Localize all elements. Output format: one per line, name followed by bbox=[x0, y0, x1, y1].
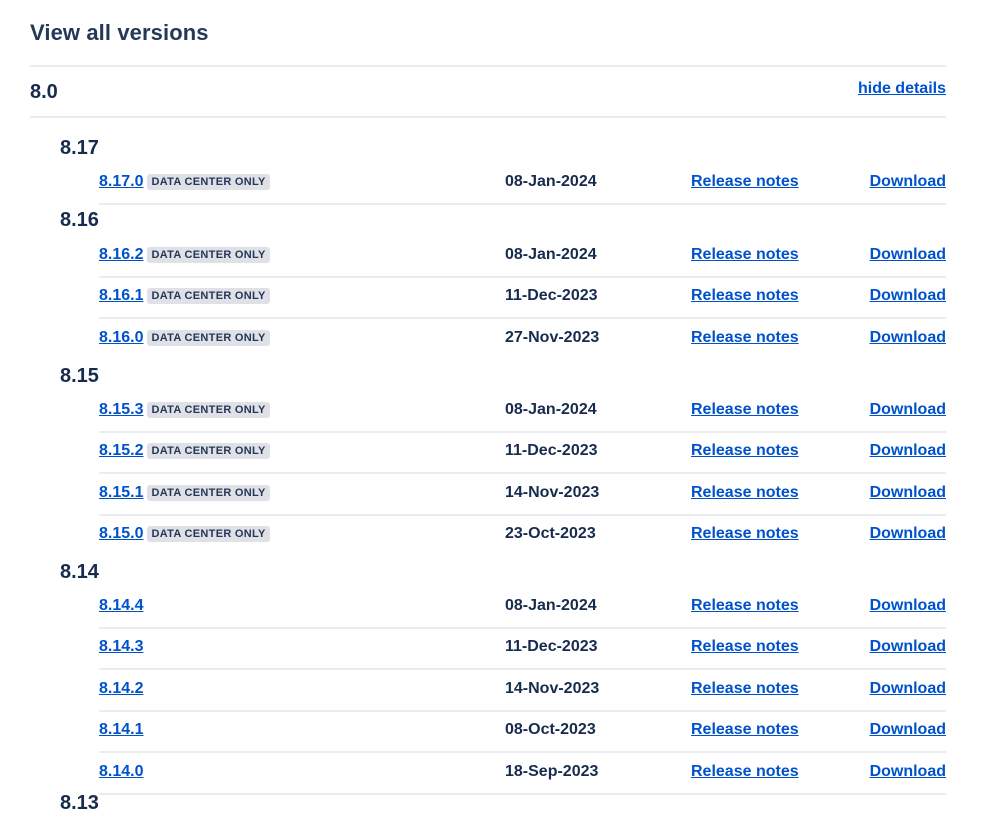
version-cell: 8.16.1 DATA CENTER ONLY bbox=[99, 287, 270, 305]
version-cell: 8.14.4 bbox=[99, 597, 143, 615]
release-notes-link[interactable]: Release notes bbox=[691, 246, 799, 264]
version-link[interactable]: 8.14.4 bbox=[99, 597, 143, 615]
version-cell: 8.15.1 DATA CENTER ONLY bbox=[99, 484, 270, 502]
release-notes-link[interactable]: Release notes bbox=[691, 680, 799, 698]
version-cell: 8.15.0 DATA CENTER ONLY bbox=[99, 525, 270, 543]
download-link[interactable]: Download bbox=[870, 638, 946, 656]
version-row: 8.14.1 08-Oct-2023 Release notes Download bbox=[99, 711, 946, 754]
version-cell: 8.14.1 bbox=[99, 721, 143, 739]
data-center-only-badge: DATA CENTER ONLY bbox=[147, 288, 270, 305]
download-link[interactable]: Download bbox=[870, 287, 946, 305]
release-notes-link[interactable]: Release notes bbox=[691, 484, 799, 502]
download-link[interactable]: Download bbox=[870, 597, 946, 615]
version-link[interactable]: 8.15.2 bbox=[99, 442, 143, 460]
release-notes-link[interactable]: Release notes bbox=[691, 287, 799, 305]
version-cell: 8.15.3 DATA CENTER ONLY bbox=[99, 401, 270, 419]
version-cell: 8.17.0 DATA CENTER ONLY bbox=[99, 173, 270, 191]
release-date: 08-Jan-2024 bbox=[505, 173, 597, 190]
release-date: 08-Jan-2024 bbox=[505, 246, 597, 263]
release-notes-link[interactable]: Release notes bbox=[691, 401, 799, 419]
version-group-heading: 8.14 bbox=[60, 561, 99, 583]
download-link[interactable]: Download bbox=[870, 763, 946, 781]
version-group-heading: 8.15 bbox=[60, 365, 99, 387]
version-row: 8.15.2 DATA CENTER ONLY 11-Dec-2023 Release… bbox=[99, 432, 946, 475]
release-notes-link[interactable]: Release notes bbox=[691, 597, 799, 615]
version-row: 8.14.2 14-Nov-2023 Release notes Download bbox=[99, 670, 946, 712]
release-date: 11-Dec-2023 bbox=[505, 442, 598, 460]
release-date: 27-Nov-2023 bbox=[505, 328, 600, 346]
version-row: 8.14.0 18-Sep-2023 Release notes Download bbox=[99, 753, 946, 795]
release-date: 14-Nov-2023 bbox=[505, 483, 600, 501]
download-link[interactable]: Download bbox=[870, 329, 946, 347]
version-group-heading: 8.17 bbox=[60, 137, 99, 159]
download-link[interactable]: Download bbox=[870, 680, 946, 698]
hide-details-link[interactable]: hide details bbox=[858, 80, 946, 98]
release-notes-link[interactable]: Release notes bbox=[691, 525, 799, 543]
version-cell: 8.14.0 bbox=[99, 763, 143, 781]
version-row: 8.16.0 DATA CENTER ONLY 27-Nov-2023 Release… bbox=[99, 319, 946, 359]
release-notes-link[interactable]: Release notes bbox=[691, 638, 799, 656]
release-date: 14-Nov-2023 bbox=[505, 679, 600, 697]
version-link[interactable]: 8.14.1 bbox=[99, 721, 143, 739]
version-row: 8.15.1 DATA CENTER ONLY 14-Nov-2023 Release… bbox=[99, 474, 946, 516]
release-date: 23-Oct-2023 bbox=[505, 525, 596, 543]
divider bbox=[30, 116, 946, 118]
download-link[interactable]: Download bbox=[870, 246, 946, 264]
version-row: 8.14.3 11-Dec-2023 Release notes Download bbox=[99, 628, 946, 671]
version-link[interactable]: 8.17.0 bbox=[99, 173, 143, 191]
version-link[interactable]: 8.16.2 bbox=[99, 246, 143, 264]
version-link[interactable]: 8.15.3 bbox=[99, 401, 143, 419]
release-notes-link[interactable]: Release notes bbox=[691, 329, 799, 347]
version-row: 8.17.0 DATA CENTER ONLY 08-Jan-2024 Release… bbox=[99, 163, 946, 205]
data-center-only-badge: DATA CENTER ONLY bbox=[147, 443, 270, 460]
version-cell: 8.16.0 DATA CENTER ONLY bbox=[99, 329, 270, 347]
version-group-heading: 8.13 bbox=[60, 792, 99, 814]
release-date: 08-Oct-2023 bbox=[505, 721, 596, 739]
version-link[interactable]: 8.15.0 bbox=[99, 525, 143, 543]
version-link[interactable]: 8.14.3 bbox=[99, 638, 143, 656]
data-center-only-badge: DATA CENTER ONLY bbox=[147, 174, 270, 190]
version-row: 8.15.0 DATA CENTER ONLY 23-Oct-2023 Release… bbox=[99, 515, 946, 555]
version-cell: 8.14.2 bbox=[99, 680, 143, 698]
data-center-only-badge: DATA CENTER ONLY bbox=[147, 402, 270, 418]
version-cell: 8.14.3 bbox=[99, 638, 143, 656]
download-link[interactable]: Download bbox=[870, 525, 946, 543]
release-notes-link[interactable]: Release notes bbox=[691, 442, 799, 460]
version-row: 8.15.3 DATA CENTER ONLY 08-Jan-2024 Release… bbox=[99, 391, 946, 433]
release-date: 08-Jan-2024 bbox=[505, 401, 597, 418]
download-link[interactable]: Download bbox=[870, 401, 946, 419]
major-version-label: 8.0 bbox=[30, 81, 58, 103]
data-center-only-badge: DATA CENTER ONLY bbox=[147, 247, 270, 263]
page-title: View all versions bbox=[30, 20, 209, 45]
version-group-heading: 8.16 bbox=[60, 209, 99, 231]
download-link[interactable]: Download bbox=[870, 442, 946, 460]
release-date: 08-Jan-2024 bbox=[505, 597, 597, 614]
version-link[interactable]: 8.14.0 bbox=[99, 763, 143, 781]
version-link[interactable]: 8.16.1 bbox=[99, 287, 143, 305]
version-row: 8.16.1 DATA CENTER ONLY 11-Dec-2023 Release… bbox=[99, 277, 946, 320]
version-link[interactable]: 8.14.2 bbox=[99, 680, 143, 698]
version-row: 8.16.2 DATA CENTER ONLY 08-Jan-2024 Release… bbox=[99, 236, 946, 278]
release-notes-link[interactable]: Release notes bbox=[691, 721, 799, 739]
release-date: 11-Dec-2023 bbox=[505, 287, 598, 305]
version-link[interactable]: 8.15.1 bbox=[99, 484, 143, 502]
download-link[interactable]: Download bbox=[870, 484, 946, 502]
release-date: 18-Sep-2023 bbox=[505, 762, 599, 780]
download-link[interactable]: Download bbox=[870, 173, 946, 191]
version-row: 8.14.4 08-Jan-2024 Release notes Download bbox=[99, 587, 946, 629]
release-notes-link[interactable]: Release notes bbox=[691, 763, 799, 781]
major-version-row: 8.0 hide details bbox=[30, 67, 946, 116]
release-date: 11-Dec-2023 bbox=[505, 638, 598, 656]
data-center-only-badge: DATA CENTER ONLY bbox=[147, 329, 270, 346]
data-center-only-badge: DATA CENTER ONLY bbox=[147, 484, 270, 501]
version-cell: 8.15.2 DATA CENTER ONLY bbox=[99, 442, 270, 460]
download-link[interactable]: Download bbox=[870, 721, 946, 739]
version-link[interactable]: 8.16.0 bbox=[99, 329, 143, 347]
release-notes-link[interactable]: Release notes bbox=[691, 173, 799, 191]
data-center-only-badge: DATA CENTER ONLY bbox=[147, 526, 270, 543]
version-cell: 8.16.2 DATA CENTER ONLY bbox=[99, 246, 270, 264]
